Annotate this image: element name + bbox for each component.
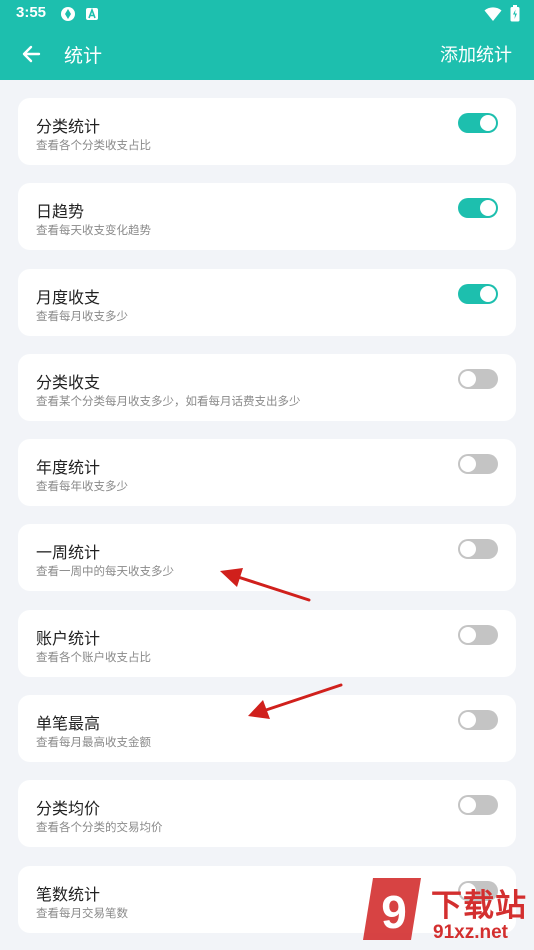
stat-item-single-highest[interactable]: 单笔最高 查看每月最高收支金额 bbox=[18, 695, 516, 763]
stat-item-category-average[interactable]: 分类均价 查看各个分类的交易均价 bbox=[18, 780, 516, 848]
arrow-left-icon bbox=[22, 45, 41, 63]
item-title: 年度统计 bbox=[36, 458, 101, 478]
stat-item-category-income[interactable]: 分类收支 查看某个分类每月收支多少，如看每月话费支出多少 bbox=[18, 353, 516, 421]
status-indicators bbox=[484, 5, 520, 22]
battery-icon bbox=[510, 5, 520, 22]
toggle-knob bbox=[480, 200, 496, 217]
toggle-switch[interactable] bbox=[458, 795, 498, 816]
item-title: 分类均价 bbox=[36, 799, 101, 819]
watermark-domain: 91xz.net bbox=[433, 922, 508, 943]
item-subtitle: 查看每月最高收支金额 bbox=[36, 735, 151, 750]
item-title: 日趋势 bbox=[36, 202, 85, 222]
toggle-switch[interactable] bbox=[458, 454, 498, 475]
stat-item-monthly[interactable]: 月度收支 查看每月收支多少 bbox=[18, 268, 516, 336]
back-button[interactable] bbox=[14, 38, 48, 70]
item-subtitle: 查看每天收支变化趋势 bbox=[36, 223, 151, 238]
toggle-knob bbox=[460, 626, 476, 643]
item-subtitle: 查看各个分类收支占比 bbox=[36, 138, 151, 152]
item-title: 分类统计 bbox=[36, 117, 101, 136]
toggle-knob bbox=[460, 797, 476, 814]
app-notification-icon bbox=[61, 7, 75, 21]
item-subtitle: 查看某个分类每月收支多少，如看每月话费支出多少 bbox=[36, 393, 301, 408]
toggle-switch[interactable] bbox=[458, 113, 498, 133]
stat-item-account[interactable]: 账户统计 查看各个账户收支占比 bbox=[18, 609, 516, 677]
item-subtitle: 查看一周中的每天收支多少 bbox=[36, 564, 174, 579]
stat-item-category[interactable]: 分类统计 查看各个分类收支占比 bbox=[18, 98, 516, 165]
item-title: 分类收支 bbox=[36, 372, 101, 392]
item-subtitle: 查看各个分类的交易均价 bbox=[36, 820, 163, 835]
item-subtitle: 查看每月收支多少 bbox=[36, 308, 128, 323]
toggle-knob bbox=[460, 712, 476, 729]
watermark: 9 下载站 91xz.net bbox=[359, 870, 534, 950]
toggle-switch[interactable] bbox=[458, 283, 498, 304]
watermark-logo-glyph: 9 bbox=[381, 886, 407, 938]
item-subtitle: 查看每月交易笔数 bbox=[36, 905, 128, 920]
toggle-switch[interactable] bbox=[458, 198, 498, 219]
page-title: 统计 bbox=[64, 45, 103, 67]
toggle-switch[interactable] bbox=[458, 624, 498, 645]
status-bar: 3:55 bbox=[0, 0, 534, 28]
toggle-switch[interactable] bbox=[458, 368, 498, 389]
toggle-knob bbox=[480, 285, 496, 302]
add-statistic-button[interactable]: 添加统计 bbox=[440, 41, 512, 67]
wifi-icon bbox=[484, 6, 502, 21]
toggle-switch[interactable] bbox=[458, 539, 498, 560]
watermark-text: 下载站 bbox=[431, 888, 527, 924]
stat-item-weekly[interactable]: 一周统计 查看一周中的每天收支多少 bbox=[18, 524, 516, 592]
toggle-knob bbox=[480, 115, 496, 131]
item-title: 一周统计 bbox=[36, 543, 101, 563]
item-title: 账户统计 bbox=[36, 628, 101, 648]
item-subtitle: 查看各个账户收支占比 bbox=[36, 649, 151, 664]
status-time: 3:55 bbox=[16, 4, 47, 21]
toggle-knob bbox=[460, 456, 476, 473]
item-title: 单笔最高 bbox=[36, 714, 101, 734]
toggle-knob bbox=[460, 370, 476, 387]
stat-item-yearly[interactable]: 年度统计 查看每年收支多少 bbox=[18, 439, 516, 507]
item-subtitle: 查看每年收支多少 bbox=[36, 479, 128, 494]
toggle-switch[interactable] bbox=[458, 710, 498, 731]
statistics-list: 分类统计 查看各个分类收支占比 日趋势 查看每天收支变化趋势 月度收支 查看每月… bbox=[18, 98, 516, 950]
notification-a-icon bbox=[86, 7, 98, 20]
stat-item-daily-trend[interactable]: 日趋势 查看每天收支变化趋势 bbox=[18, 183, 516, 251]
app-bar: 统计 添加统计 bbox=[0, 28, 534, 80]
item-title: 月度收支 bbox=[36, 287, 101, 307]
toggle-knob bbox=[460, 541, 476, 558]
watermark-logo-icon: 9 bbox=[363, 878, 421, 940]
item-title: 笔数统计 bbox=[36, 884, 101, 904]
